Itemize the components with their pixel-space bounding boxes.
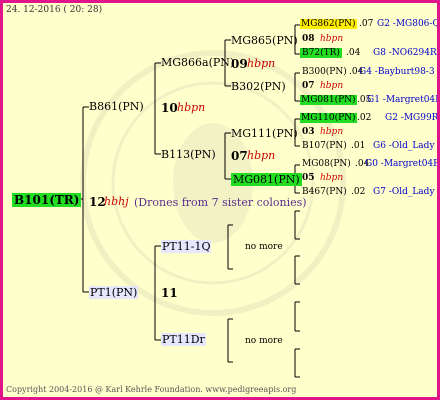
b72-gen: .04 <box>346 48 361 58</box>
node-b300[interactable]: B300(PN) <box>302 67 347 77</box>
footer-copyright: Copyright 2004-2016 @ Karl Kehrle Founda… <box>6 385 297 394</box>
node-mg08[interactable]: MG08(PN) <box>302 159 351 169</box>
mg866a-gen: 09 <box>231 57 248 71</box>
node-b72[interactable]: B72(TR) <box>300 48 342 58</box>
b467-gen: .02 <box>351 187 366 197</box>
node-pt11dr[interactable]: PT11Dr <box>161 333 206 346</box>
mg865-hb: hbpn <box>320 34 344 44</box>
node-b113[interactable]: B113(PN) <box>161 148 216 161</box>
b113-hb: hbpn <box>247 149 276 162</box>
node-mg862[interactable]: MG862(PN) <box>300 19 357 29</box>
b72-line: G8 -NO6294R <box>373 48 437 58</box>
dam-gen: 10 <box>161 101 178 115</box>
dam-hb: hbpn <box>177 101 206 114</box>
pedigree-frame: 24. 12-2016 ( 20: 28) B101(TR) 12 hbhj (… <box>0 0 440 400</box>
node-b302[interactable]: B302(PN) <box>231 80 286 93</box>
root-node[interactable]: B101(TR) <box>12 193 82 207</box>
mg862-gen: .07 <box>359 19 374 29</box>
b467-line: G7 -Old_Lady <box>373 187 435 197</box>
b113-gen: 07 <box>231 149 248 163</box>
dam-node[interactable]: B861(PN) <box>89 100 144 113</box>
root-hb: hbhj <box>104 195 129 208</box>
b107-line: G6 -Old_Lady <box>373 141 435 151</box>
b302-gen: 07 <box>302 81 315 91</box>
mg081-father-gen: 05 <box>302 173 315 183</box>
timestamp: 24. 12-2016 ( 20: 28) <box>6 5 103 15</box>
mg111-gen: 03 <box>302 127 315 137</box>
mg862-line: G2 -MG806-Q <box>377 19 440 29</box>
no-more-2: no more <box>245 336 283 346</box>
node-mg111[interactable]: MG111(PN) <box>231 127 298 140</box>
mg110-line: G2 -MG99R <box>385 113 439 123</box>
root-note: (Drones from 7 sister colonies) <box>134 196 307 209</box>
node-pt11-1q[interactable]: PT11-1Q <box>161 240 212 253</box>
node-mg110[interactable]: MG110(PN) <box>300 113 357 123</box>
node-mg866a[interactable]: MG866a(PN) <box>161 56 234 69</box>
mg08-line: G0 -Margret04R <box>365 159 440 169</box>
sire-node[interactable]: PT1(PN) <box>89 286 139 299</box>
mg110-gen: .02 <box>357 113 372 123</box>
mg865-gen: 08 <box>302 34 315 44</box>
b302-hb: hbpn <box>320 81 344 91</box>
node-b467[interactable]: B467(PN) <box>302 187 347 197</box>
b300-line: G4 -Bayburt98-3 <box>359 67 435 77</box>
mg081-line: G1 -Margret04R <box>367 95 440 105</box>
node-mg081[interactable]: MG081(PN) <box>231 173 302 186</box>
mg866a-hb: hbpn <box>247 57 276 70</box>
mg081-father-hb: hbpn <box>320 173 344 183</box>
sire-gen: 11 <box>161 286 178 300</box>
node-b107[interactable]: B107(PN) <box>302 141 347 151</box>
node-mg081-g4[interactable]: MG081(PN) <box>300 95 357 105</box>
no-more-1: no more <box>245 242 283 252</box>
mg111-hb: hbpn <box>320 127 344 137</box>
node-mg865[interactable]: MG865(PN) <box>231 34 298 47</box>
b107-gen: .01 <box>351 141 366 151</box>
